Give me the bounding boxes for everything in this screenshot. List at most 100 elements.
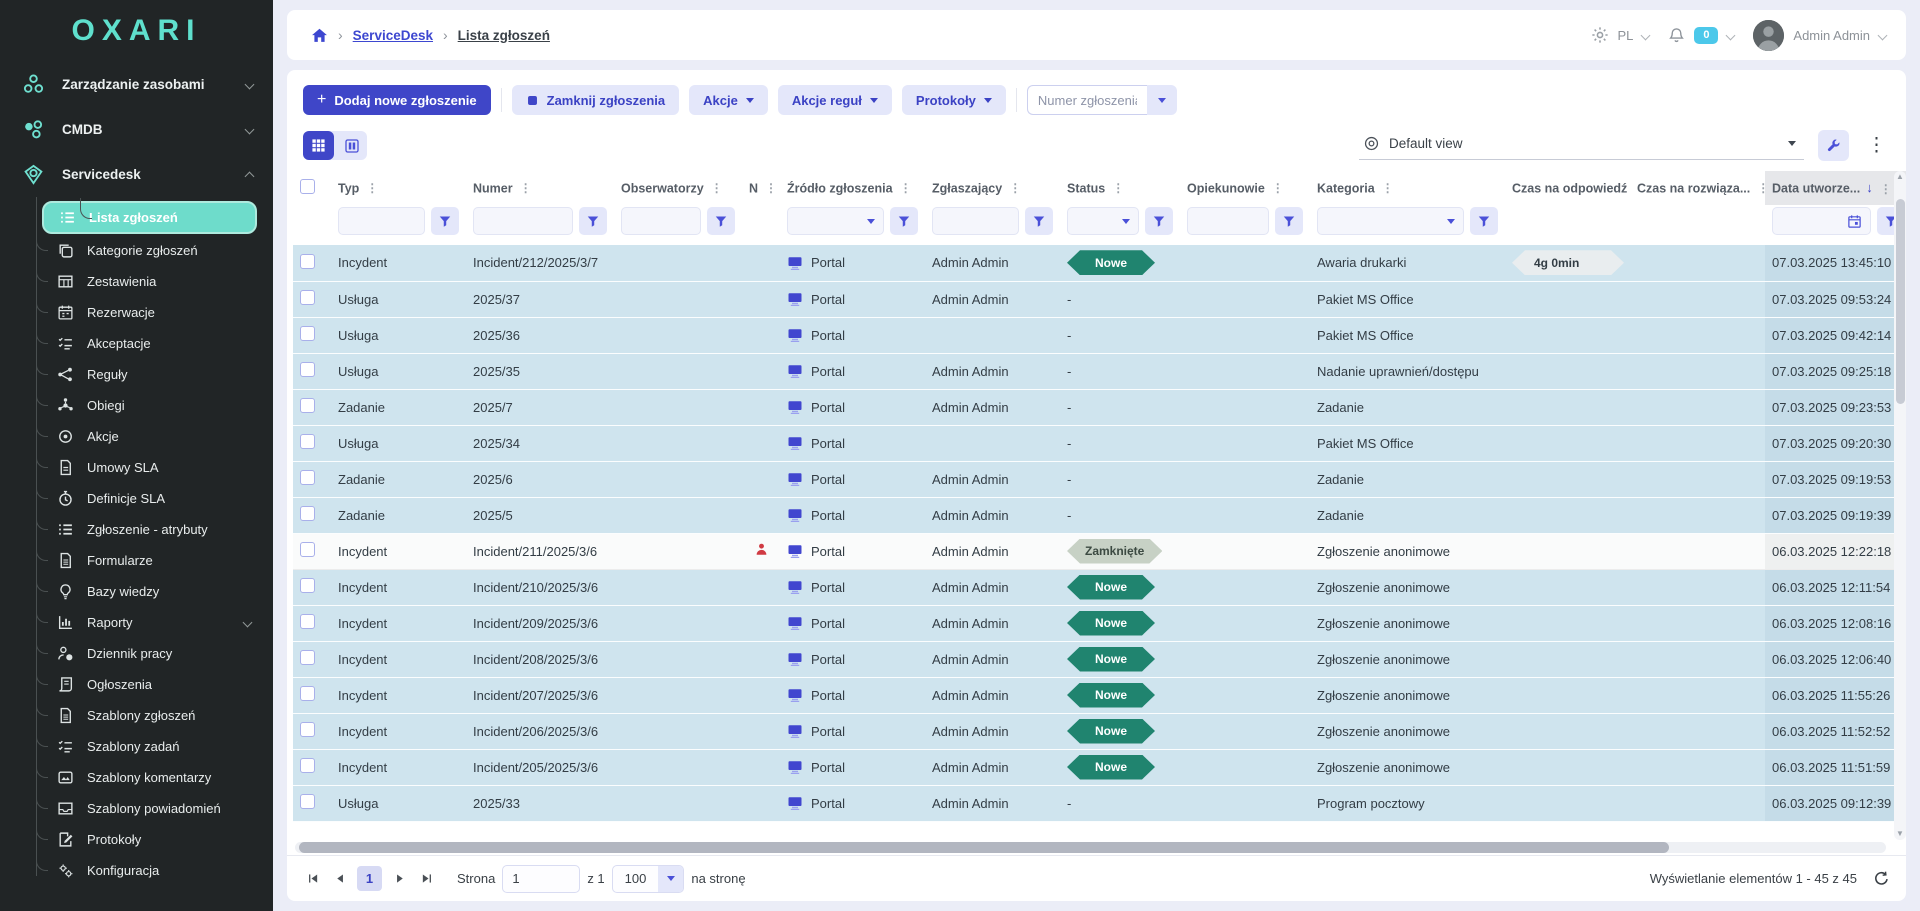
language-caret-icon[interactable] bbox=[1641, 30, 1651, 40]
previous-page-button[interactable] bbox=[330, 869, 350, 889]
horizontal-scrollbar-thumb[interactable] bbox=[299, 842, 1669, 853]
sidebar-item-lista-zg-osze[interactable]: Lista zgłoszeń bbox=[42, 201, 257, 234]
sidebar-group-servicedesk[interactable]: Servicedesk bbox=[0, 152, 273, 197]
page-number-button[interactable]: 1 bbox=[357, 866, 382, 891]
ticket-row-2025-33[interactable]: Usługa2025/33PortalAdmin Admin-Program p… bbox=[293, 785, 1906, 821]
row-checkbox[interactable] bbox=[300, 398, 315, 413]
column-menu-icon[interactable]: ⋮ bbox=[520, 181, 532, 195]
filter-button-opiekunowie[interactable] bbox=[1275, 207, 1303, 235]
row-checkbox[interactable] bbox=[300, 614, 315, 629]
column-menu-icon[interactable]: ⋮ bbox=[711, 181, 723, 195]
filter-input-zglaszajacy[interactable] bbox=[932, 207, 1019, 235]
filter-button-obserwatorzy[interactable] bbox=[707, 207, 735, 235]
ticket-row-incident-211-2025-3-6[interactable]: IncydentIncident/211/2025/3/6PortalAdmin… bbox=[293, 533, 1906, 569]
filter-input-typ[interactable] bbox=[338, 207, 425, 235]
ticket-row-incident-206-2025-3-6[interactable]: IncydentIncident/206/2025/3/6PortalAdmin… bbox=[293, 713, 1906, 749]
filter-button-kategoria[interactable] bbox=[1470, 207, 1498, 235]
column-menu-icon[interactable]: ⋮ bbox=[1880, 182, 1892, 196]
column-header-czas_rozw[interactable]: Czas na rozwiąza...⋮ bbox=[1630, 171, 1765, 205]
next-page-button[interactable] bbox=[389, 869, 409, 889]
column-header-zrodlo[interactable]: Źródło zgłoszenia⋮ bbox=[780, 171, 925, 205]
column-menu-icon[interactable]: ⋮ bbox=[1382, 181, 1394, 195]
ticket-row-2025-6[interactable]: Zadanie2025/6PortalAdmin Admin-Zadanie07… bbox=[293, 461, 1906, 497]
row-checkbox[interactable] bbox=[300, 290, 315, 305]
filter-button-numer[interactable] bbox=[579, 207, 607, 235]
first-page-button[interactable] bbox=[303, 869, 323, 889]
row-checkbox[interactable] bbox=[300, 794, 315, 809]
ticket-row-2025-37[interactable]: Usługa2025/37PortalAdmin Admin-Pakiet MS… bbox=[293, 281, 1906, 317]
notification-count-badge[interactable]: 0 bbox=[1694, 27, 1718, 44]
notifications-caret-icon[interactable] bbox=[1726, 30, 1736, 40]
protocols-dropdown-button[interactable]: Protokoły bbox=[902, 85, 1006, 115]
breadcrumb-current[interactable]: Lista zgłoszeń bbox=[458, 28, 550, 43]
row-checkbox[interactable] bbox=[300, 362, 315, 377]
row-checkbox[interactable] bbox=[300, 686, 315, 701]
refresh-icon[interactable] bbox=[1873, 870, 1890, 887]
row-checkbox[interactable] bbox=[300, 650, 315, 665]
filter-button-zglaszajacy[interactable] bbox=[1025, 207, 1053, 235]
column-header-opiekunowie[interactable]: Opiekunowie⋮ bbox=[1180, 171, 1310, 205]
filter-button-typ[interactable] bbox=[431, 207, 459, 235]
ticket-row-incident-205-2025-3-6[interactable]: IncydentIncident/205/2025/3/6PortalAdmin… bbox=[293, 749, 1906, 785]
column-menu-icon[interactable]: ⋮ bbox=[1009, 181, 1021, 195]
row-checkbox[interactable] bbox=[300, 434, 315, 449]
filter-input-zrodlo[interactable] bbox=[787, 207, 884, 235]
column-header-data[interactable]: Data utworze...↓⋮ bbox=[1765, 171, 1906, 205]
ticket-row-incident-209-2025-3-6[interactable]: IncydentIncident/209/2025/3/6PortalAdmin… bbox=[293, 605, 1906, 641]
column-menu-icon[interactable]: ⋮ bbox=[1112, 181, 1124, 195]
more-options-kebab-icon[interactable]: ⋮ bbox=[1863, 136, 1890, 155]
ticket-row-2025-34[interactable]: Usługa2025/34Portal-Pakiet MS Office07.0… bbox=[293, 425, 1906, 461]
grid-view-button[interactable] bbox=[303, 131, 334, 160]
view-selector[interactable]: Default view bbox=[1359, 132, 1804, 160]
last-page-button[interactable] bbox=[416, 869, 436, 889]
ticket-row-2025-35[interactable]: Usługa2025/35PortalAdmin Admin-Nadanie u… bbox=[293, 353, 1906, 389]
filter-input-data[interactable] bbox=[1772, 207, 1871, 235]
row-checkbox[interactable] bbox=[300, 758, 315, 773]
add-ticket-button[interactable]: + Dodaj nowe zgłoszenie bbox=[303, 85, 491, 115]
row-checkbox[interactable] bbox=[300, 542, 315, 557]
row-checkbox[interactable] bbox=[300, 326, 315, 341]
select-all-checkbox[interactable] bbox=[300, 179, 315, 194]
sidebar-group-zarz-dzanie-zasobami[interactable]: Zarządzanie zasobami bbox=[0, 62, 273, 107]
home-icon[interactable] bbox=[311, 27, 328, 44]
filter-button-zrodlo[interactable] bbox=[890, 207, 918, 235]
ticket-row-incident-207-2025-3-6[interactable]: IncydentIncident/207/2025/3/6PortalAdmin… bbox=[293, 677, 1906, 713]
per-page-select[interactable]: 100 bbox=[612, 865, 685, 893]
user-avatar[interactable] bbox=[1753, 20, 1784, 51]
vertical-scrollbar[interactable]: ▲ ▼ bbox=[1894, 171, 1906, 840]
column-menu-icon[interactable]: ⋮ bbox=[366, 181, 378, 195]
ticket-row-incident-208-2025-3-6[interactable]: IncydentIncident/208/2025/3/6PortalAdmin… bbox=[293, 641, 1906, 677]
filter-input-numer[interactable] bbox=[473, 207, 573, 235]
close-tickets-button[interactable]: Zamknij zgłoszenia bbox=[512, 85, 679, 115]
filter-input-kategoria[interactable] bbox=[1317, 207, 1464, 235]
ticket-number-input[interactable] bbox=[1027, 85, 1147, 115]
column-header-numer[interactable]: Numer⋮ bbox=[466, 171, 614, 205]
column-menu-icon[interactable]: ⋮ bbox=[900, 181, 912, 195]
actions-dropdown-button[interactable]: Akcje bbox=[689, 85, 768, 115]
ticket-row-2025-36[interactable]: Usługa2025/36Portal-Pakiet MS Office07.0… bbox=[293, 317, 1906, 353]
page-input[interactable] bbox=[502, 865, 580, 893]
rule-actions-dropdown-button[interactable]: Akcje reguł bbox=[778, 85, 892, 115]
ticket-row-2025-5[interactable]: Zadanie2025/5PortalAdmin Admin-Zadanie07… bbox=[293, 497, 1906, 533]
column-menu-icon[interactable]: ⋮ bbox=[1757, 181, 1765, 195]
filter-input-obserwatorzy[interactable] bbox=[621, 207, 701, 235]
filter-button-status[interactable] bbox=[1145, 207, 1173, 235]
breadcrumb-link-servicedesk[interactable]: ServiceDesk bbox=[353, 28, 433, 43]
kanban-view-button[interactable] bbox=[336, 131, 367, 160]
language-selector[interactable]: PL bbox=[1618, 28, 1634, 43]
scroll-down-icon[interactable]: ▼ bbox=[1896, 830, 1904, 838]
user-menu-caret-icon[interactable] bbox=[1878, 30, 1888, 40]
row-checkbox[interactable] bbox=[300, 470, 315, 485]
sidebar-group-cmdb[interactable]: CMDB bbox=[0, 107, 273, 152]
column-header-czas_odp[interactable]: Czas na odpowiedź⋮ bbox=[1505, 171, 1630, 205]
notifications-bell-icon[interactable] bbox=[1668, 27, 1685, 44]
column-header-kategoria[interactable]: Kategoria⋮ bbox=[1310, 171, 1505, 205]
row-checkbox[interactable] bbox=[300, 578, 315, 593]
ticket-number-caret-icon[interactable] bbox=[1147, 85, 1177, 115]
column-header-n[interactable]: N⋮ bbox=[742, 171, 780, 205]
horizontal-scrollbar[interactable] bbox=[295, 841, 1886, 854]
column-header-obserwatorzy[interactable]: Obserwatorzy⋮ bbox=[614, 171, 742, 205]
row-checkbox[interactable] bbox=[300, 506, 315, 521]
scroll-up-icon[interactable]: ▲ bbox=[1896, 173, 1904, 181]
column-header-typ[interactable]: Typ⋮ bbox=[331, 171, 466, 205]
